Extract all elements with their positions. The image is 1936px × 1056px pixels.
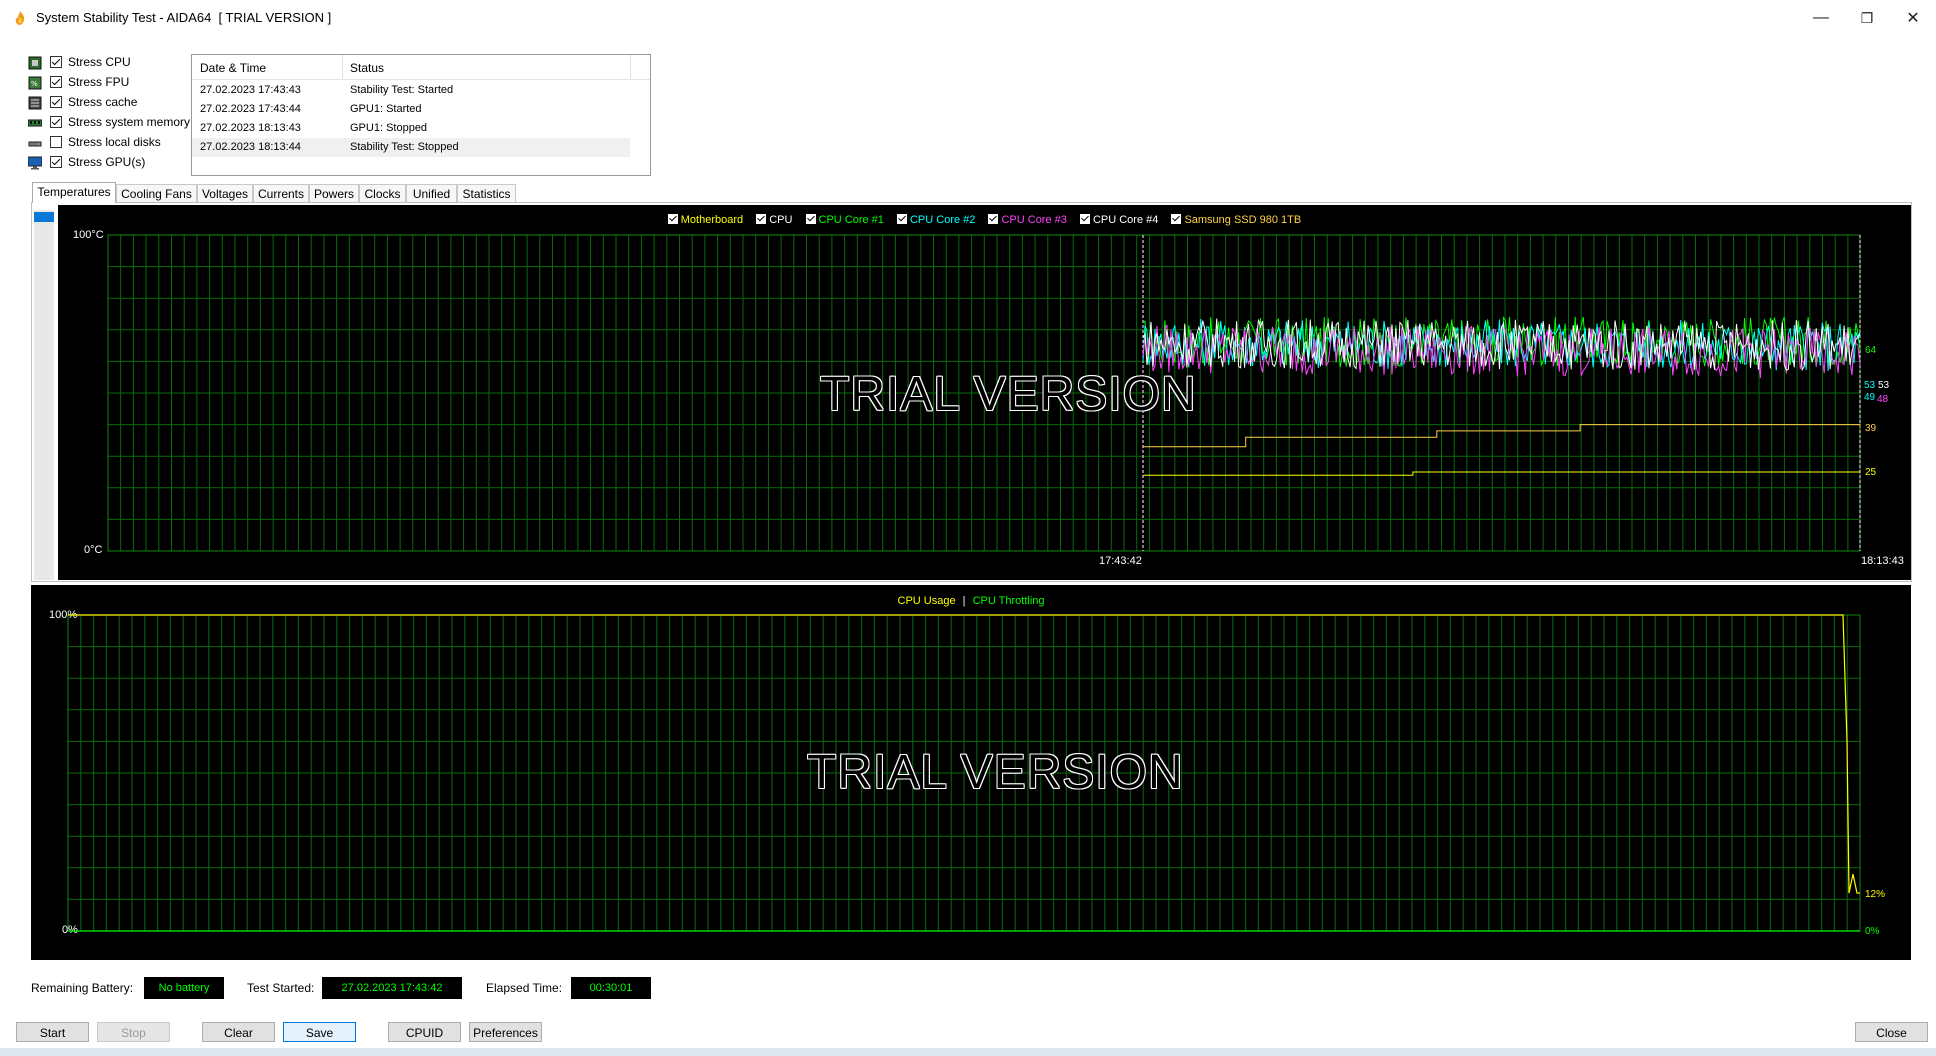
- status-log-list[interactable]: Date & Time Status 27.02.2023 17:43:43 S…: [191, 54, 651, 176]
- stress-disks-checkbox[interactable]: [50, 136, 62, 148]
- test-started-label: Test Started:: [247, 981, 315, 995]
- stress-cpu-checkbox[interactable]: [50, 56, 62, 68]
- battery-label: Remaining Battery:: [31, 981, 134, 995]
- end-value-core2: 53: [1864, 380, 1876, 391]
- stress-cpu-label: Stress CPU: [68, 55, 131, 69]
- taskbar-strip: [0, 1048, 1936, 1056]
- end-value-core4: 49: [1864, 392, 1876, 403]
- end-value-ssd: 39: [1865, 423, 1877, 434]
- stress-fpu-label: Stress FPU: [68, 75, 130, 89]
- stop-button[interactable]: Stop: [97, 1022, 170, 1042]
- tab-unified[interactable]: Unified: [406, 184, 457, 202]
- log-column-datetime[interactable]: Date & Time: [200, 61, 266, 75]
- log-row-datetime: 27.02.2023 18:13:43: [200, 122, 301, 134]
- stress-option-memory[interactable]: Stress system memory: [26, 114, 196, 134]
- end-value-motherboard: 25: [1865, 467, 1877, 478]
- monitor-gpu-icon: [28, 156, 42, 170]
- temp-x-start-time: 17:43:42: [1099, 555, 1142, 567]
- log-row-selected[interactable]: 27.02.2023 18:13:44 Stability Test: Stop…: [192, 138, 630, 157]
- elapsed-time-label: Elapsed Time:: [486, 981, 563, 995]
- fpu-chip-icon: %: [28, 76, 42, 90]
- tab-statistics[interactable]: Statistics: [457, 184, 516, 202]
- memory-module-icon: [28, 119, 42, 127]
- cpuid-button[interactable]: CPUID: [388, 1022, 461, 1042]
- aida64-flame-icon: [15, 11, 25, 25]
- stress-disks-label: Stress local disks: [68, 135, 161, 149]
- log-row[interactable]: 27.02.2023 17:43:43 Stability Test: Star…: [192, 81, 630, 100]
- preferences-button[interactable]: Preferences: [469, 1022, 542, 1042]
- end-value-cpu-throttling: 0%: [1865, 926, 1880, 937]
- stress-option-cpu[interactable]: Stress CPU: [26, 54, 196, 74]
- log-row[interactable]: 27.02.2023 17:43:44 GPU1: Started: [192, 100, 630, 119]
- end-value-cpu-usage: 12%: [1865, 889, 1886, 900]
- log-column-status[interactable]: Status: [350, 61, 384, 75]
- temperature-graph: Motherboard CPU CPU Core #1 CPU Core #2 …: [58, 205, 1911, 580]
- stress-gpu-label: Stress GPU(s): [68, 155, 146, 169]
- trial-version-watermark: TRIAL VERSION: [807, 746, 1184, 799]
- stress-fpu-checkbox[interactable]: [50, 76, 62, 88]
- log-row-status: Stability Test: Started: [350, 84, 454, 96]
- close-window-button[interactable]: ✕: [1890, 4, 1936, 32]
- disk-drive-icon: [28, 141, 42, 147]
- close-button[interactable]: Close: [1855, 1022, 1928, 1042]
- trial-version-watermark: TRIAL VERSION: [820, 368, 1197, 421]
- tab-voltages[interactable]: Voltages: [197, 184, 253, 202]
- clear-button[interactable]: Clear: [202, 1022, 275, 1042]
- sensor-scrollbar-thumb[interactable]: [34, 212, 54, 222]
- cache-chip-icon: [28, 96, 42, 110]
- temp-x-end-time: 18:13:43: [1861, 555, 1904, 567]
- log-column-divider[interactable]: [342, 55, 343, 79]
- log-header: Date & Time Status: [192, 55, 650, 80]
- tab-currents[interactable]: Currents: [253, 184, 309, 202]
- log-row[interactable]: 27.02.2023 18:13:43 GPU1: Stopped: [192, 119, 630, 138]
- stress-cache-checkbox[interactable]: [50, 96, 62, 108]
- stress-options-list: Stress CPU % Stress FPU Stress cache Str…: [26, 54, 196, 174]
- tab-cooling-fans[interactable]: Cooling Fans: [116, 184, 197, 202]
- log-row-datetime: 27.02.2023 18:13:44: [200, 141, 301, 153]
- tab-powers[interactable]: Powers: [309, 184, 359, 202]
- end-value-core1: 64: [1865, 345, 1877, 356]
- tab-temperatures[interactable]: Temperatures: [32, 182, 116, 203]
- sensor-scrollbar[interactable]: [34, 210, 54, 580]
- svg-text:%: %: [31, 80, 38, 88]
- tab-clocks[interactable]: Clocks: [359, 184, 406, 202]
- test-started-value: 27.02.2023 17:43:42: [322, 977, 462, 999]
- stress-memory-checkbox[interactable]: [50, 116, 62, 128]
- stress-cache-label: Stress cache: [68, 95, 138, 109]
- stress-gpu-checkbox[interactable]: [50, 156, 62, 168]
- stress-option-fpu[interactable]: % Stress FPU: [26, 74, 196, 94]
- start-button[interactable]: Start: [16, 1022, 89, 1042]
- title-bar: System Stability Test - AIDA64 [ TRIAL V…: [0, 0, 1936, 36]
- cpu-usage-graph: CPU Usage | CPU Throttling 100% 0% 12% 0…: [31, 585, 1911, 960]
- stress-option-gpu[interactable]: Stress GPU(s): [26, 154, 196, 174]
- log-row-status: GPU1: Stopped: [350, 122, 428, 134]
- save-button[interactable]: Save: [283, 1022, 356, 1042]
- log-row-status: GPU1: Started: [350, 103, 422, 115]
- cpu-chip-icon: [28, 56, 42, 70]
- stress-option-disks[interactable]: Stress local disks: [26, 134, 196, 154]
- log-row-datetime: 27.02.2023 17:43:43: [200, 84, 301, 96]
- battery-value: No battery: [144, 977, 224, 999]
- minimize-button[interactable]: —: [1798, 4, 1844, 32]
- log-row-status: Stability Test: Stopped: [350, 141, 459, 153]
- log-column-divider[interactable]: [630, 55, 631, 79]
- maximize-button[interactable]: ❐: [1844, 4, 1890, 32]
- elapsed-time-value: 00:30:01: [571, 977, 651, 999]
- end-value-core3: 48: [1877, 394, 1889, 405]
- stress-memory-label: Stress system memory: [68, 115, 191, 129]
- window-title: System Stability Test - AIDA64 [ TRIAL V…: [36, 10, 332, 25]
- end-value-cpu: 53: [1878, 380, 1890, 391]
- stress-option-cache[interactable]: Stress cache: [26, 94, 196, 114]
- log-row-datetime: 27.02.2023 17:43:44: [200, 103, 301, 115]
